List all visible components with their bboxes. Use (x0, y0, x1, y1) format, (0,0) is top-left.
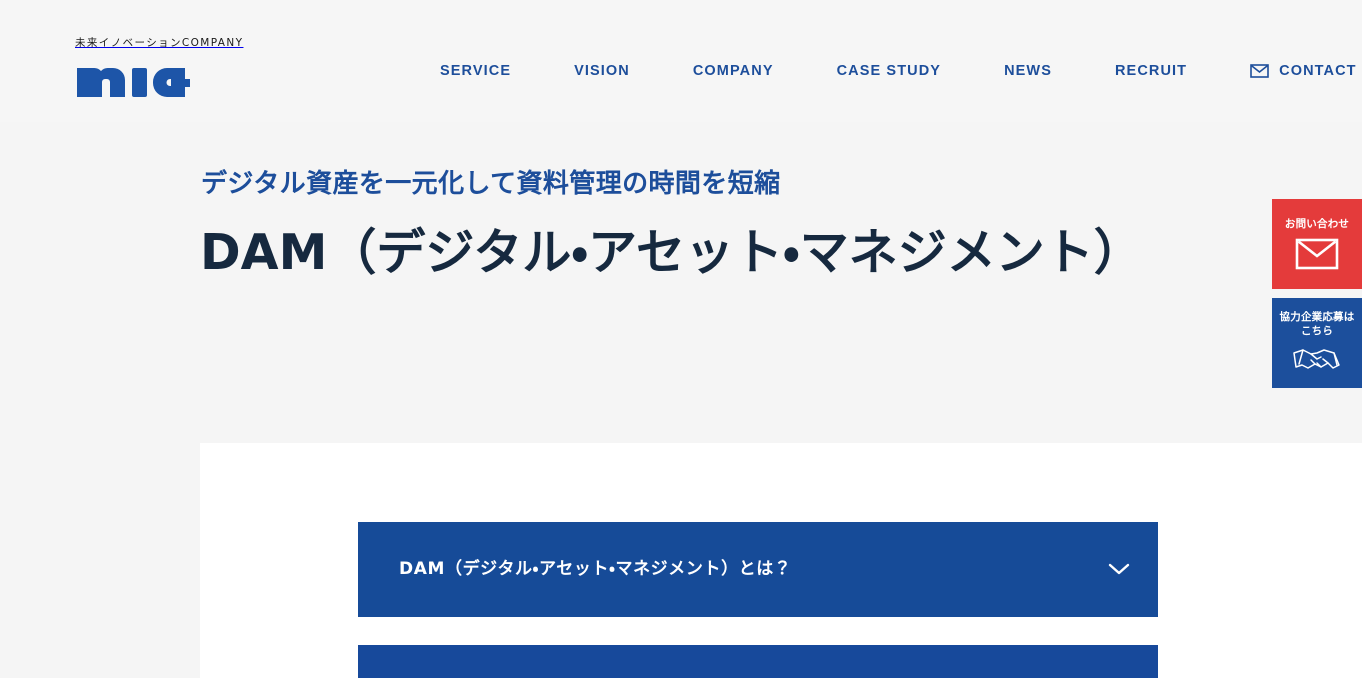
nav-item-contact-label: CONTACT (1279, 63, 1357, 79)
site-logo[interactable]: 未来イノベーションCOMPANY (75, 38, 243, 103)
handshake-icon (1290, 345, 1344, 375)
nav-item-contact[interactable]: CONTACT (1250, 60, 1357, 82)
accordion-list: DAM（デジタル・アセット・マネジメント）とは？ (358, 522, 1158, 678)
site-header: 未来イノベーションCOMPANY SERVICE VISION COMPANY … (0, 0, 1362, 122)
envelope-icon (1295, 238, 1339, 270)
mic-wordmark-icon (75, 56, 238, 103)
nav-item-case-study[interactable]: CASE STUDY (837, 60, 941, 82)
main-navigation: SERVICE VISION COMPANY CASE STUDY NEWS R… (440, 60, 1357, 82)
accordion-item-dam-definition[interactable]: DAM（デジタル・アセット・マネジメント）とは？ (358, 522, 1158, 617)
side-button-partner-label: 協力企業応募は こちら (1279, 311, 1355, 337)
floating-side-buttons: お問い合わせ 協力企業応募は こちら (1272, 199, 1362, 388)
accordion-item-dam-definition-label: DAM（デジタル・アセット・マネジメント）とは？ (399, 558, 792, 579)
nav-item-company[interactable]: COMPANY (693, 60, 774, 82)
page-root: 未来イノベーションCOMPANY SERVICE VISION COMPANY … (0, 0, 1362, 678)
nav-item-recruit[interactable]: RECRUIT (1115, 60, 1187, 82)
chevron-down-icon[interactable] (1108, 563, 1130, 576)
nav-item-service[interactable]: SERVICE (440, 60, 511, 82)
nav-item-news[interactable]: NEWS (1004, 60, 1052, 82)
hero-subtitle: デジタル資産を一元化して資料管理の時間を短縮 (201, 169, 781, 199)
mail-icon (1250, 64, 1269, 78)
accordion-item-second[interactable] (358, 645, 1158, 678)
main-content-panel: DAM（デジタル・アセット・マネジメント）とは？ (200, 443, 1362, 678)
page-title: DAM（デジタル・アセット・マネジメント） (200, 224, 1143, 281)
side-button-partner[interactable]: 協力企業応募は こちら (1272, 298, 1362, 388)
side-button-contact[interactable]: お問い合わせ (1272, 199, 1362, 289)
hero-section: デジタル資産を一元化して資料管理の時間を短縮 DAM（デジタル・アセット・マネジ… (0, 122, 1362, 443)
side-button-contact-label: お問い合わせ (1284, 218, 1350, 231)
logo-tagline: 未来イノベーションCOMPANY (75, 37, 244, 49)
nav-item-vision[interactable]: VISION (574, 60, 630, 82)
